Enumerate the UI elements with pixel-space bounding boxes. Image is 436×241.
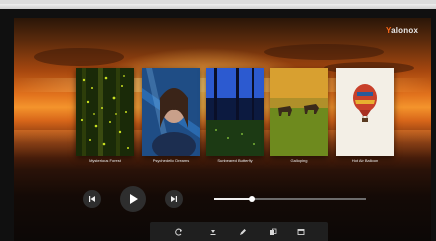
- gallery-card-mysterious-forest[interactable]: [76, 68, 134, 156]
- progress-slider[interactable]: [214, 196, 366, 202]
- gallery-card-hot-air-balloon[interactable]: [336, 68, 394, 156]
- gallery-card-galloping[interactable]: [270, 68, 328, 156]
- play-icon: [130, 194, 138, 204]
- bottom-toolbar: [150, 222, 328, 241]
- gallery-card-sunbeared-butterfly[interactable]: [206, 68, 264, 156]
- download-icon: [210, 230, 216, 235]
- gallery-card-title: Galloping: [290, 158, 308, 163]
- gallery-card-title: Mysterious Forest: [89, 158, 121, 163]
- rotate-icon: [175, 228, 182, 236]
- edit-icon: [240, 229, 246, 235]
- copy-button[interactable]: [268, 227, 278, 237]
- gallery-card-title: Hot Air Balloon: [351, 158, 379, 163]
- brand-logo: Yalonox: [386, 26, 418, 35]
- butterfly-thumbnail: [206, 68, 264, 156]
- skip-forward-button[interactable]: [165, 190, 183, 208]
- monitor-bezel-top: [0, 4, 436, 9]
- progress-fill: [214, 198, 252, 200]
- media-player-screen: Yalonox Mysterious Forest Psychedelic Dr…: [14, 18, 431, 241]
- cloud-shape: [34, 48, 124, 66]
- skip-back-button[interactable]: [83, 190, 101, 208]
- monitor-frame: Yalonox Mysterious Forest Psychedelic Dr…: [0, 4, 436, 241]
- skip-forward-icon: [171, 196, 177, 202]
- window-button[interactable]: [296, 227, 306, 237]
- progress-handle[interactable]: [249, 196, 255, 202]
- play-button[interactable]: [120, 186, 146, 212]
- skip-back-icon: [89, 196, 95, 202]
- gallery-card-title: Psychedelic Dreams: [152, 158, 190, 163]
- rotate-button[interactable]: [174, 227, 184, 237]
- cloud-shape: [264, 44, 384, 60]
- portrait-thumbnail: [142, 68, 200, 156]
- copy-icon: [270, 228, 277, 235]
- brand-logo-name: alonox: [391, 26, 419, 35]
- horses-thumbnail: [270, 68, 328, 156]
- edit-button[interactable]: [238, 227, 248, 237]
- download-button[interactable]: [208, 227, 218, 237]
- gallery-card-psychedelic-dreams[interactable]: [142, 68, 200, 156]
- balloon-thumbnail: [336, 68, 394, 156]
- window-icon: [297, 229, 305, 235]
- forest-thumbnail: [76, 68, 134, 156]
- gallery-card-title: Sunbeared Butterfly: [217, 158, 253, 163]
